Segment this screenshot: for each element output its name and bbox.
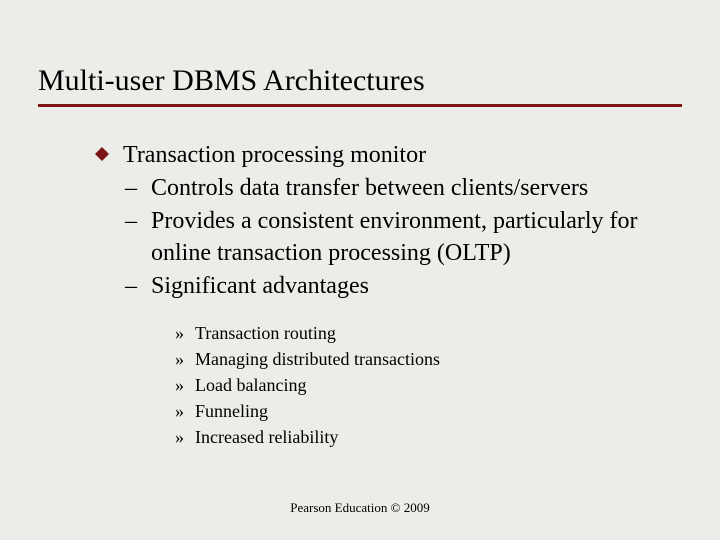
bullet-level3-group: » Transaction routing » Managing distrib…	[95, 320, 680, 450]
dash-icon: –	[125, 271, 137, 302]
bullet-text: Provides a consistent environment, parti…	[151, 208, 638, 265]
bullet-text: Load balancing	[195, 375, 306, 395]
bullet-text: Transaction processing monitor	[123, 142, 426, 168]
dash-icon: –	[125, 173, 137, 204]
bullet-text: Significant advantages	[151, 273, 369, 299]
bullet-level1: Transaction processing monitor	[95, 140, 680, 171]
bullet-level3: » Load balancing	[175, 372, 680, 398]
raquo-icon: »	[175, 346, 184, 372]
title-block: Multi-user DBMS Architectures	[38, 64, 682, 107]
bullet-level3: » Managing distributed transactions	[175, 346, 680, 372]
bullet-level2: – Controls data transfer between clients…	[95, 173, 680, 204]
title-underline	[38, 104, 682, 107]
raquo-icon: »	[175, 424, 184, 450]
bullet-level2: – Provides a consistent environment, par…	[95, 206, 680, 268]
bullet-text: Transaction routing	[195, 323, 336, 343]
bullet-level3: » Transaction routing	[175, 320, 680, 346]
bullet-level3: » Increased reliability	[175, 424, 680, 450]
bullet-text: Increased reliability	[195, 427, 338, 447]
dash-icon: –	[125, 206, 137, 237]
bullet-text: Controls data transfer between clients/s…	[151, 175, 588, 201]
raquo-icon: »	[175, 372, 184, 398]
footer-text: Pearson Education © 2009	[0, 500, 720, 516]
raquo-icon: »	[175, 320, 184, 346]
bullet-level2: – Significant advantages	[95, 271, 680, 302]
bullet-level3: » Funneling	[175, 398, 680, 424]
body-content: Transaction processing monitor – Control…	[95, 140, 680, 450]
raquo-icon: »	[175, 398, 184, 424]
diamond-icon	[95, 147, 109, 161]
slide-title: Multi-user DBMS Architectures	[38, 64, 682, 98]
bullet-text: Managing distributed transactions	[195, 349, 440, 369]
bullet-text: Funneling	[195, 401, 268, 421]
slide: Multi-user DBMS Architectures Transactio…	[0, 0, 720, 540]
